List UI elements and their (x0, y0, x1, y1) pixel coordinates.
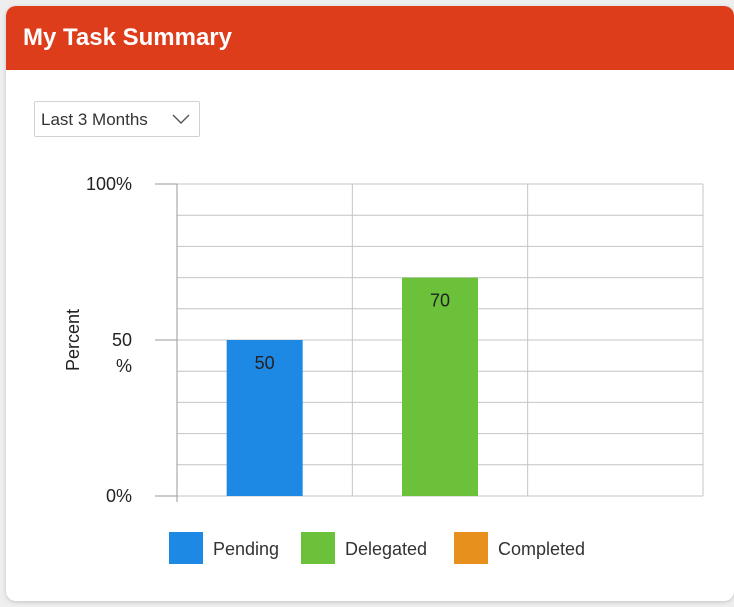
legend-swatch (301, 532, 335, 564)
legend-label: Pending (213, 539, 279, 559)
data-label: 70 (430, 291, 450, 311)
data-label: 50 (255, 353, 275, 373)
legend-label: Completed (498, 539, 585, 559)
y-tick-label: 50% (112, 330, 132, 376)
legend-swatch (454, 532, 488, 564)
task-summary-card: My Task Summary Last 3 Months 100% 50% 0% P… (6, 6, 734, 601)
legend-swatch (169, 532, 203, 564)
legend-label: Delegated (345, 539, 427, 559)
task-chart: 100% 50 % 0% Percent 50 70 Pending Delegated Comp… (63, 174, 704, 564)
y-tick-label: 0% (106, 486, 132, 506)
y-axis-title: Percent (63, 309, 83, 371)
y-tick-label: 100% (86, 174, 132, 194)
